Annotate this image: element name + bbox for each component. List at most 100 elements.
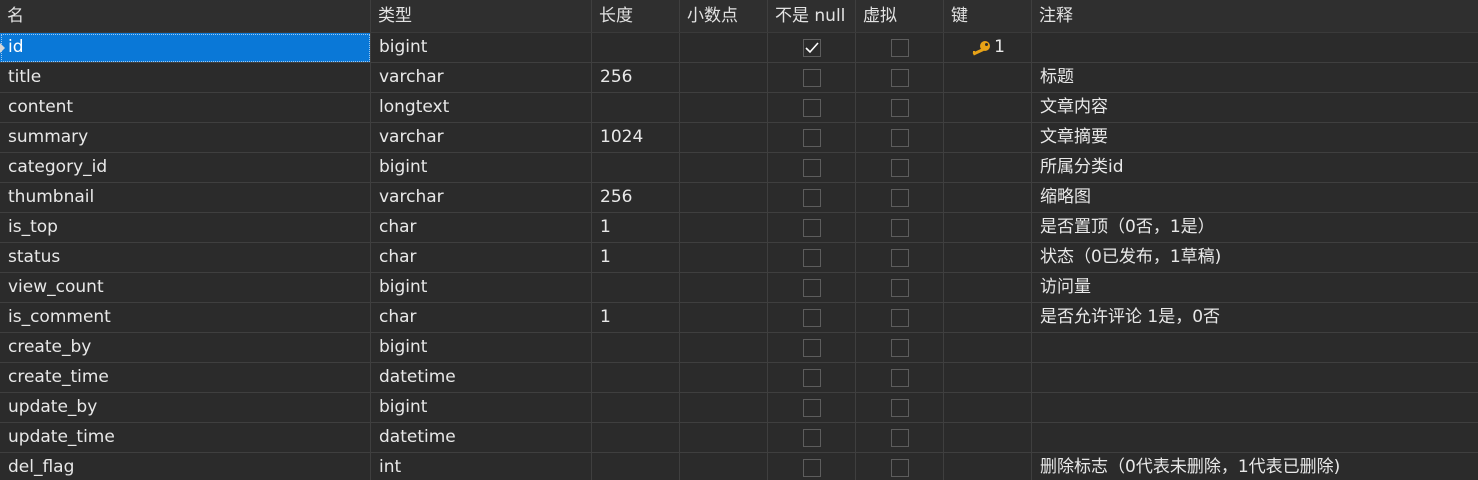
not-null-checkbox[interactable] [802,98,821,117]
field-comment-cell[interactable] [1032,423,1478,453]
not-null-checkbox[interactable] [802,128,821,147]
key-cell[interactable] [944,393,1032,423]
key-cell[interactable] [944,453,1032,480]
field-type-cell[interactable]: bigint [371,153,592,183]
field-length-cell[interactable]: 1 [592,243,680,273]
virtual-checkbox[interactable] [890,128,909,147]
key-cell[interactable] [944,303,1032,333]
key-cell[interactable] [944,363,1032,393]
field-comment-cell[interactable]: 删除标志（0代表未删除，1代表已删除) [1032,453,1478,480]
field-type-cell[interactable]: char [371,303,592,333]
field-name-cell[interactable]: id [0,33,371,63]
field-comment-cell[interactable]: 标题 [1032,63,1478,93]
virtual-checkbox[interactable] [890,458,909,477]
key-cell[interactable] [944,243,1032,273]
key-cell[interactable] [944,63,1032,93]
column-header-type[interactable]: 类型 [371,0,592,32]
field-decimals-cell[interactable] [680,453,768,480]
table-row[interactable]: view_count bigint 访问量 [0,273,1478,303]
column-header-name[interactable]: 名 [0,0,371,32]
column-header-comment[interactable]: 注释 [1032,0,1478,32]
field-decimals-cell[interactable] [680,63,768,93]
key-cell[interactable]: 1 [944,33,1032,63]
field-name-cell[interactable]: is_top [0,213,371,243]
field-type-cell[interactable]: char [371,243,592,273]
key-cell[interactable] [944,93,1032,123]
not-null-checkbox[interactable] [802,158,821,177]
field-decimals-cell[interactable] [680,273,768,303]
not-null-checkbox[interactable] [802,308,821,327]
field-length-cell[interactable] [592,393,680,423]
not-null-checkbox[interactable] [802,38,821,57]
virtual-checkbox[interactable] [890,68,909,87]
field-type-cell[interactable]: char [371,213,592,243]
field-length-cell[interactable]: 1024 [592,123,680,153]
field-type-cell[interactable]: bigint [371,393,592,423]
field-name-cell[interactable]: status [0,243,371,273]
field-name-cell[interactable]: summary [0,123,371,153]
field-comment-cell[interactable]: 所属分类id [1032,153,1478,183]
table-row[interactable]: category_id bigint 所属分类id [0,153,1478,183]
table-row[interactable]: content longtext 文章内容 [0,93,1478,123]
column-header-not-null[interactable]: 不是 null [768,0,856,32]
field-comment-cell[interactable]: 访问量 [1032,273,1478,303]
field-decimals-cell[interactable] [680,363,768,393]
field-length-cell[interactable] [592,363,680,393]
field-comment-cell[interactable] [1032,333,1478,363]
field-length-cell[interactable]: 1 [592,303,680,333]
field-type-cell[interactable]: datetime [371,363,592,393]
table-row[interactable]: is_top char 1 是否置顶（0否，1是） [0,213,1478,243]
table-row[interactable]: status char 1 状态（0已发布，1草稿) [0,243,1478,273]
field-decimals-cell[interactable] [680,243,768,273]
table-row[interactable]: update_time datetime [0,423,1478,453]
field-length-cell[interactable] [592,33,680,63]
virtual-checkbox[interactable] [890,218,909,237]
table-row[interactable]: update_by bigint [0,393,1478,423]
virtual-checkbox[interactable] [890,428,909,447]
key-cell[interactable] [944,273,1032,303]
field-length-cell[interactable] [592,453,680,480]
field-type-cell[interactable]: varchar [371,63,592,93]
table-row[interactable]: title varchar 256 标题 [0,63,1478,93]
field-decimals-cell[interactable] [680,423,768,453]
not-null-checkbox[interactable] [802,428,821,447]
field-comment-cell[interactable]: 缩略图 [1032,183,1478,213]
field-decimals-cell[interactable] [680,93,768,123]
virtual-checkbox[interactable] [890,338,909,357]
field-name-cell[interactable]: del_flag [0,453,371,480]
field-type-cell[interactable]: longtext [371,93,592,123]
not-null-checkbox[interactable] [802,248,821,267]
field-length-cell[interactable] [592,423,680,453]
column-header-length[interactable]: 长度 [592,0,680,32]
virtual-checkbox[interactable] [890,158,909,177]
virtual-checkbox[interactable] [890,248,909,267]
not-null-checkbox[interactable] [802,338,821,357]
key-cell[interactable] [944,333,1032,363]
field-comment-cell[interactable] [1032,33,1478,63]
field-length-cell[interactable]: 256 [592,183,680,213]
field-comment-cell[interactable]: 状态（0已发布，1草稿) [1032,243,1478,273]
field-decimals-cell[interactable] [680,153,768,183]
field-comment-cell[interactable]: 是否允许评论 1是，0否 [1032,303,1478,333]
field-decimals-cell[interactable] [680,33,768,63]
field-name-cell[interactable]: view_count [0,273,371,303]
not-null-checkbox[interactable] [802,68,821,87]
field-name-cell[interactable]: update_by [0,393,371,423]
table-row[interactable]: is_comment char 1 是否允许评论 1是，0否 [0,303,1478,333]
field-length-cell[interactable]: 1 [592,213,680,243]
not-null-checkbox[interactable] [802,398,821,417]
field-length-cell[interactable] [592,333,680,363]
virtual-checkbox[interactable] [890,278,909,297]
table-row[interactable]: del_flag int 删除标志（0代表未删除，1代表已删除) [0,453,1478,480]
field-type-cell[interactable]: varchar [371,183,592,213]
field-comment-cell[interactable]: 文章摘要 [1032,123,1478,153]
virtual-checkbox[interactable] [890,38,909,57]
field-name-cell[interactable]: category_id [0,153,371,183]
not-null-checkbox[interactable] [802,188,821,207]
field-type-cell[interactable]: bigint [371,273,592,303]
field-type-cell[interactable]: bigint [371,333,592,363]
key-cell[interactable] [944,123,1032,153]
virtual-checkbox[interactable] [890,188,909,207]
virtual-checkbox[interactable] [890,398,909,417]
column-header-key[interactable]: 键 [944,0,1032,32]
